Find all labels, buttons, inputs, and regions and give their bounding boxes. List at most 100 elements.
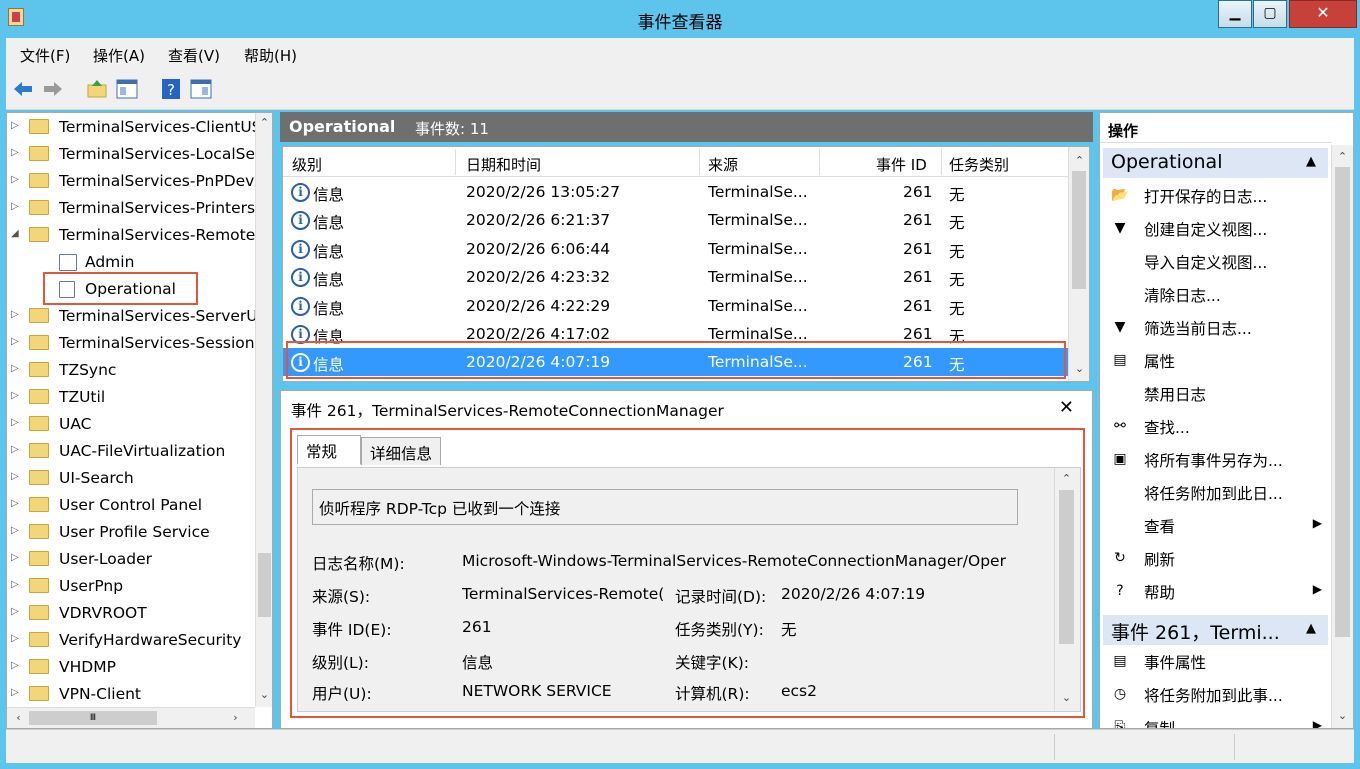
action-item[interactable]: ◷ 将任务附加到此事... — [1108, 678, 1328, 710]
tree-item[interactable]: ▷ TerminalServices-ClientUSBDevices — [7, 114, 257, 141]
action-item[interactable]: 导入自定义视图... — [1108, 245, 1328, 277]
expander-icon[interactable]: ▷ — [11, 417, 19, 428]
scroll-up-icon[interactable]: ⌃ — [1334, 149, 1351, 166]
tree-horizontal-scrollbar[interactable]: ‹ Ⅲ › — [7, 707, 255, 728]
expander-icon[interactable]: ▷ — [11, 363, 19, 374]
menu-action[interactable]: 操作(A) — [93, 45, 145, 66]
menu-file[interactable]: 文件(F) — [20, 45, 70, 66]
close-button[interactable]: ✕ — [1289, 0, 1357, 28]
event-row[interactable]: i 信息 2020/2/26 13:05:27 TerminalSe... 261 无 — [283, 178, 1068, 206]
action-item[interactable]: 将任务附加到此日... — [1108, 476, 1328, 508]
expander-icon[interactable]: ▷ — [11, 633, 19, 644]
scroll-down-icon[interactable]: ⌄ — [1071, 361, 1088, 378]
tree-item[interactable]: ▷ TerminalServices-ServerUSBDevices — [7, 303, 257, 330]
collapse-icon[interactable]: ▲ — [1306, 621, 1316, 636]
expander-icon[interactable]: ▷ — [11, 579, 19, 590]
expander-icon[interactable]: ▷ — [11, 444, 19, 455]
action-item[interactable]: ▼ 筛选当前日志... — [1108, 311, 1328, 343]
expander-icon[interactable]: ▷ — [11, 309, 19, 320]
scroll-down-icon[interactable]: ⌄ — [1334, 708, 1351, 725]
tree-item[interactable]: ▷ VerifyHardwareSecurity — [7, 627, 257, 654]
action-item[interactable]: 查看 ▶ — [1108, 509, 1328, 541]
actions-section-operational[interactable]: Operational ▲ — [1103, 148, 1328, 178]
expander-icon[interactable]: ▷ — [11, 201, 19, 212]
event-row[interactable]: i 信息 2020/2/26 6:21:37 TerminalSe... 261 无 — [283, 206, 1068, 234]
expander-icon[interactable]: ▷ — [11, 147, 19, 158]
hscroll-thumb[interactable]: Ⅲ — [29, 711, 157, 725]
event-row[interactable]: i 信息 2020/2/26 6:06:44 TerminalSe... 261 无 — [283, 235, 1068, 263]
expander-icon[interactable]: ▷ — [11, 552, 19, 563]
expander-icon[interactable]: ▷ — [11, 660, 19, 671]
back-arrow-icon[interactable] — [12, 78, 34, 100]
column-level[interactable]: 级别 — [292, 154, 322, 175]
column-task-category[interactable]: 任务类别 — [949, 154, 1009, 175]
minimize-button[interactable]: ▁ — [1218, 0, 1252, 28]
show-hide-action-pane-icon[interactable] — [190, 78, 212, 100]
action-item[interactable]: ? 帮助 ▶ — [1108, 575, 1328, 607]
expander-icon[interactable]: ▷ — [11, 498, 19, 509]
tree-item[interactable]: ▷ TZSync — [7, 357, 257, 384]
scroll-left-icon[interactable]: ‹ — [10, 710, 27, 727]
action-item[interactable]: ▼ 创建自定义视图... — [1108, 212, 1328, 244]
tree-item[interactable]: ▷ UAC-FileVirtualization — [7, 438, 257, 465]
tree-item[interactable]: ▷ TZUtil — [7, 384, 257, 411]
actions-section-event[interactable]: 事件 261，Termi... ▲ — [1103, 615, 1328, 645]
scroll-thumb[interactable] — [1072, 171, 1086, 289]
action-item[interactable]: ↻ 刷新 — [1108, 542, 1328, 574]
tree-item[interactable]: ▷ User Profile Service — [7, 519, 257, 546]
tree-vertical-scrollbar[interactable]: ⌃ ⌄ — [255, 113, 272, 707]
tree-item[interactable]: ▷ VHDMP — [7, 654, 257, 681]
action-item[interactable]: ▤ 属性 — [1108, 344, 1328, 376]
tree-item[interactable]: ◢ TerminalServices-RemoteConnectionManage… — [7, 222, 257, 249]
tree-item[interactable]: ▷ UserPnp — [7, 573, 257, 600]
menu-view[interactable]: 查看(V) — [168, 45, 220, 66]
scroll-down-icon[interactable]: ⌄ — [256, 687, 273, 704]
tree-item[interactable]: ▷ VPN-Client — [7, 681, 257, 708]
tree-item[interactable]: ▷ TerminalServices-LocalSessionManager — [7, 141, 257, 168]
scroll-up-icon[interactable]: ⌃ — [256, 115, 273, 132]
event-row[interactable]: i 信息 2020/2/26 4:23:32 TerminalSe... 261 无 — [283, 263, 1068, 291]
expander-icon[interactable]: ▷ — [11, 471, 19, 482]
column-datetime[interactable]: 日期和时间 — [466, 154, 541, 175]
expander-icon[interactable]: ▷ — [11, 525, 19, 536]
tree-item[interactable]: ▷ TerminalServices-PnPDevices — [7, 168, 257, 195]
event-list-scrollbar[interactable]: ⌃ ⌄ — [1068, 147, 1089, 381]
maximize-button[interactable]: ▢ — [1253, 0, 1287, 28]
up-folder-icon[interactable] — [86, 78, 108, 100]
tree-item[interactable]: ▷ TerminalServices-Printers — [7, 195, 257, 222]
forward-arrow-icon[interactable] — [42, 78, 64, 100]
expander-icon[interactable]: ▷ — [11, 336, 19, 347]
action-item[interactable]: 📂 打开保存的日志... — [1108, 179, 1328, 211]
actions-scrollbar[interactable]: ⌃ ⌄ — [1331, 145, 1353, 728]
column-event-id[interactable]: 事件 ID — [876, 154, 927, 175]
scroll-thumb[interactable] — [258, 553, 271, 617]
expander-icon[interactable]: ▷ — [11, 174, 19, 185]
tree-item[interactable]: ▷ User Control Panel — [7, 492, 257, 519]
action-item[interactable]: 清除日志... — [1108, 278, 1328, 310]
tree-item[interactable]: ▷ TerminalServices-SessionBroker — [7, 330, 257, 357]
help-icon[interactable]: ? — [160, 78, 182, 100]
detail-close-icon[interactable]: ✕ — [1059, 397, 1074, 418]
expander-icon[interactable]: ▷ — [11, 120, 19, 131]
expander-icon[interactable]: ▷ — [11, 390, 19, 401]
action-item[interactable]: ▣ 将所有事件另存为... — [1108, 443, 1328, 475]
column-source[interactable]: 来源 — [708, 154, 738, 175]
tree-item[interactable]: ▷ UAC — [7, 411, 257, 438]
expander-icon[interactable]: ▷ — [11, 606, 19, 617]
expander-icon[interactable]: ▷ — [11, 687, 19, 698]
collapse-icon[interactable]: ▲ — [1306, 154, 1316, 169]
action-item[interactable]: ⚯ 查找... — [1108, 410, 1328, 442]
expander-icon[interactable]: ◢ — [11, 228, 19, 239]
tree-item[interactable]: ▷ VDRVROOT — [7, 600, 257, 627]
scroll-up-icon[interactable]: ⌃ — [1071, 153, 1088, 170]
scroll-thumb[interactable] — [1335, 167, 1350, 637]
action-item[interactable]: 禁用日志 — [1108, 377, 1328, 409]
event-row[interactable]: i 信息 2020/2/26 4:22:29 TerminalSe... 261 无 — [283, 292, 1068, 320]
action-item[interactable]: ⎘ 复制 ▶ — [1108, 711, 1328, 728]
tree-item[interactable]: ▷ User-Loader — [7, 546, 257, 573]
tree-item[interactable]: ▷ UI-Search — [7, 465, 257, 492]
log-tree[interactable]: ▷ TerminalServices-ClientUSBDevices ▷ Term… — [6, 112, 273, 729]
scroll-right-icon[interactable]: › — [227, 710, 244, 727]
show-hide-tree-icon[interactable] — [116, 78, 138, 100]
action-item[interactable]: ▤ 事件属性 — [1108, 645, 1328, 677]
